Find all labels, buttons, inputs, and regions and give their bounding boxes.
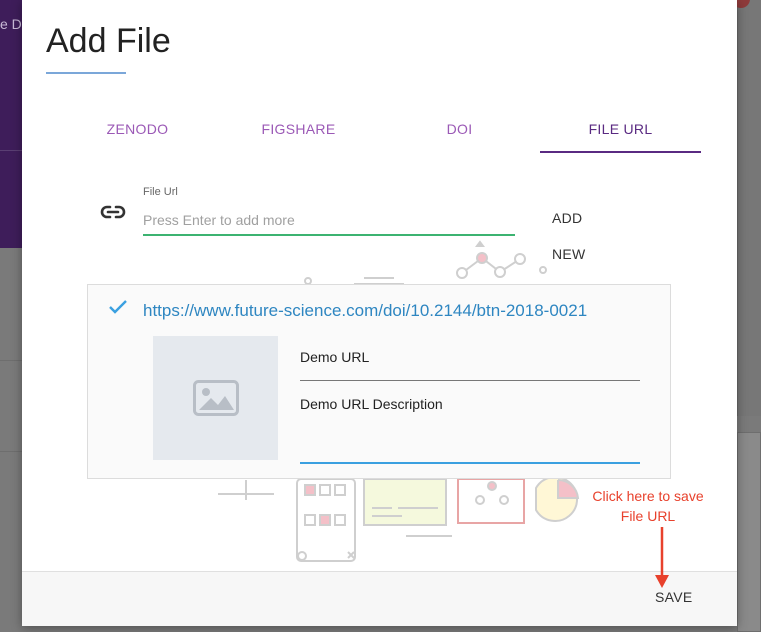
annotation-arrow-icon <box>655 527 669 588</box>
background-text: e D <box>0 16 22 32</box>
annotation-line1: Click here to save <box>592 488 704 504</box>
dialog-footer <box>22 571 737 626</box>
source-tabs: ZENODO FIGSHARE DOI FILE URL <box>57 108 701 153</box>
background-panel-left <box>0 360 22 452</box>
file-thumbnail <box>153 336 278 460</box>
tab-file-url[interactable]: FILE URL <box>540 108 701 153</box>
file-url-label: File Url <box>143 186 178 198</box>
save-button[interactable]: SAVE <box>655 589 693 605</box>
link-icon <box>100 205 126 219</box>
add-new-label-line1: ADD <box>552 210 583 226</box>
file-url-input[interactable] <box>143 206 515 236</box>
title-underline <box>46 72 126 74</box>
background-sidebar <box>0 0 24 248</box>
background-panel-right <box>737 0 761 416</box>
tab-zenodo[interactable]: ZENODO <box>57 108 218 153</box>
background-divider <box>0 150 24 151</box>
add-file-dialog: Add File ZENODO FIGSHARE DOI FILE URL Fi… <box>22 0 737 626</box>
tutorial-annotation: Click here to save File URL <box>578 486 718 526</box>
check-icon <box>109 300 127 314</box>
tab-figshare[interactable]: FIGSHARE <box>218 108 379 153</box>
file-title-field[interactable]: Demo URL <box>300 349 640 381</box>
file-description-field[interactable]: Demo URL Description <box>300 396 640 464</box>
add-new-button[interactable]: ADD NEW <box>552 200 612 272</box>
image-placeholder-icon <box>192 380 239 416</box>
file-url-card: https://www.future-science.com/doi/10.21… <box>87 284 671 479</box>
background-card <box>737 432 761 632</box>
add-new-label-line2: NEW <box>552 246 586 262</box>
file-url-link[interactable]: https://www.future-science.com/doi/10.21… <box>143 301 587 321</box>
tab-doi[interactable]: DOI <box>379 108 540 153</box>
dialog-title: Add File <box>46 22 171 60</box>
annotation-line2: File URL <box>620 508 676 524</box>
